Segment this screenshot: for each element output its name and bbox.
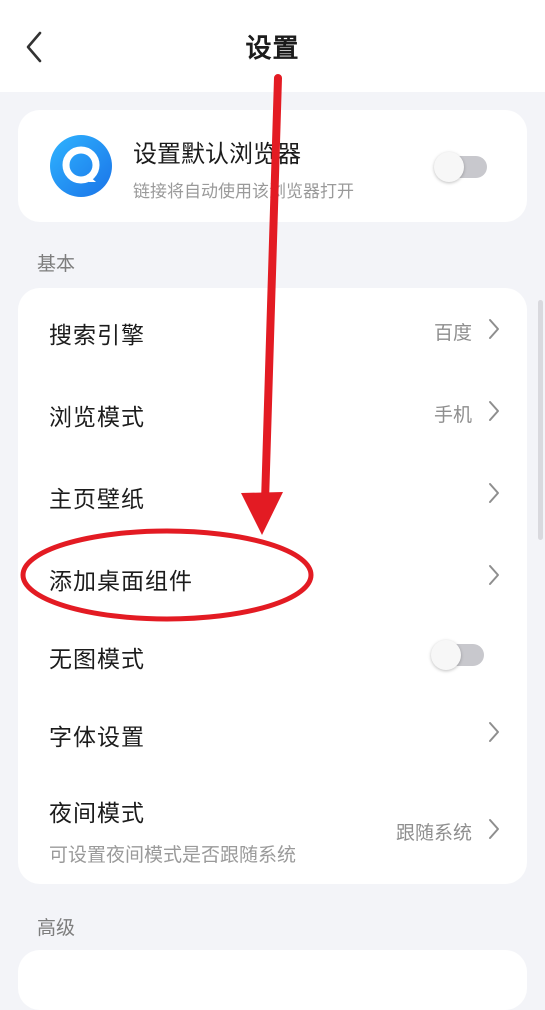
row-label: 主页壁纸 (49, 487, 145, 513)
row-browse-mode[interactable]: 浏览模式 手机 (18, 370, 527, 450)
top-bar: 设置 (0, 0, 545, 92)
section-label-basic: 基本 (37, 253, 76, 275)
row-label: 搜索引擎 (49, 323, 145, 349)
row-label: 添加桌面组件 (49, 569, 193, 595)
row-label: 浏览模式 (49, 405, 145, 431)
row-value: 手机 (433, 404, 472, 426)
row-label: 无图模式 (49, 647, 145, 673)
chevron-right-icon (489, 722, 499, 742)
section-label-advanced: 高级 (37, 917, 76, 939)
row-label: 字体设置 (49, 725, 145, 751)
row-add-desktop-widget[interactable]: 添加桌面组件 (18, 534, 527, 614)
chevron-right-icon (489, 319, 499, 339)
row-night-mode[interactable]: 夜间模式 可设置夜间模式是否跟随系统 跟随系统 (18, 778, 527, 884)
toggle-knob (434, 152, 464, 182)
row-no-image-mode: 无图模式 (18, 616, 527, 696)
scrollbar[interactable] (538, 300, 543, 540)
row-font-settings[interactable]: 字体设置 (18, 694, 527, 774)
row-value: 跟随系统 (395, 822, 472, 844)
row-search-engine[interactable]: 搜索引擎 百度 (18, 288, 527, 368)
chevron-right-icon (489, 819, 499, 839)
chevron-right-icon (489, 565, 499, 585)
row-home-wallpaper[interactable]: 主页壁纸 (18, 452, 527, 532)
page-title: 设置 (245, 34, 300, 64)
basic-settings-card: 搜索引擎 百度 浏览模式 手机 主页壁纸 添加桌面组件 无图模式 字体设置 夜间… (18, 288, 527, 884)
toggle-knob (431, 640, 461, 670)
advanced-settings-card (18, 950, 527, 1010)
default-browser-subtitle: 链接将自动使用该浏览器打开 (133, 182, 354, 202)
chevron-right-icon (489, 401, 499, 421)
row-label: 夜间模式 (49, 801, 145, 827)
row-value: 百度 (433, 322, 472, 344)
row-subtitle: 可设置夜间模式是否跟随系统 (49, 844, 297, 866)
no-image-toggle[interactable] (431, 640, 484, 670)
default-browser-toggle[interactable] (434, 152, 487, 182)
default-browser-title: 设置默认浏览器 (133, 140, 301, 168)
browser-logo-icon (50, 135, 112, 197)
default-browser-card[interactable]: 设置默认浏览器 链接将自动使用该浏览器打开 (18, 110, 527, 222)
chevron-right-icon (489, 483, 499, 503)
